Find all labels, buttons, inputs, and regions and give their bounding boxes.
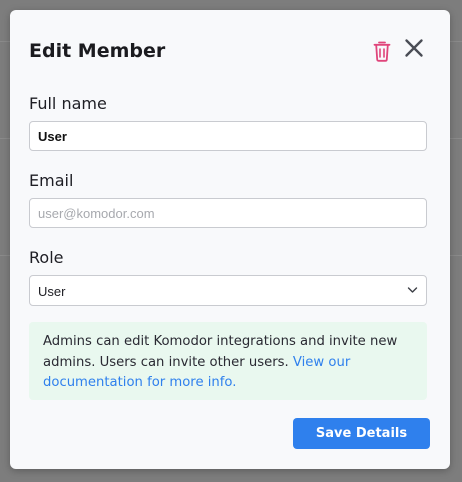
role-selected-value: User <box>38 284 66 299</box>
close-icon[interactable] <box>403 37 425 59</box>
role-select[interactable]: User <box>29 275 427 306</box>
save-details-button[interactable]: Save Details <box>293 418 430 449</box>
full-name-input[interactable] <box>29 121 427 151</box>
trash-icon[interactable] <box>373 40 391 62</box>
email-input[interactable] <box>29 198 427 228</box>
email-label: Email <box>29 171 74 190</box>
edit-member-modal: Edit Member Full name Email Role User Ad… <box>10 10 450 469</box>
full-name-label: Full name <box>29 94 107 113</box>
role-label: Role <box>29 248 64 267</box>
chevron-down-icon <box>407 287 418 293</box>
modal-title: Edit Member <box>29 40 166 62</box>
role-info-box: Admins can edit Komodor integrations and… <box>29 322 427 400</box>
